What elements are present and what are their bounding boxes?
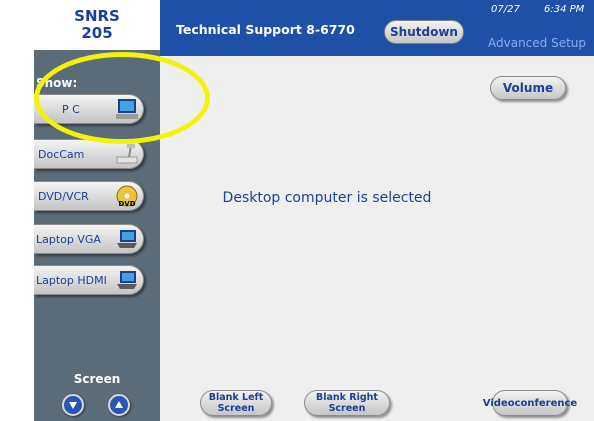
source-pc-label: P C xyxy=(62,102,80,116)
laptop-icon xyxy=(117,271,137,289)
show-label: Show: xyxy=(36,76,78,90)
videoconference-button[interactable]: Videoconference xyxy=(483,390,577,416)
shutdown-button[interactable]: Shutdown xyxy=(384,20,464,44)
arrow-down-icon xyxy=(69,402,77,409)
svg-text:DVD: DVD xyxy=(118,200,135,207)
source-pc-button[interactable]: P C xyxy=(34,94,144,124)
blank-left-screen-button[interactable]: Blank Left Screen xyxy=(200,390,272,416)
source-sidebar: SNRS 205 Show: P C DocCam DVD/VCR DVD La… xyxy=(34,0,160,421)
header-bar: Technical Support 8-6770 Shutdown 07/27 … xyxy=(160,0,594,56)
source-laptop-hdmi-label: Laptop HDMI xyxy=(36,273,107,287)
blank-right-screen-button[interactable]: Blank Right Screen xyxy=(304,390,390,416)
main-area: Volume Desktop computer is selected Blan… xyxy=(160,56,594,421)
dvd-icon: DVD xyxy=(116,185,138,207)
source-dvd-vcr-label: DVD/VCR xyxy=(38,189,89,203)
document-camera-icon xyxy=(116,144,138,164)
control-panel: SNRS 205 Show: P C DocCam DVD/VCR DVD La… xyxy=(34,0,594,421)
screen-label: Screen xyxy=(73,372,121,386)
date-display: 07/27 xyxy=(491,4,520,15)
source-doccam-button[interactable]: DocCam xyxy=(34,139,144,169)
room-number: 205 xyxy=(81,24,113,42)
status-message: Desktop computer is selected xyxy=(222,190,432,206)
room-title: SNRS 205 xyxy=(34,0,160,50)
source-laptop-vga-label: Laptop VGA xyxy=(36,232,101,246)
source-dvd-vcr-button[interactable]: DVD/VCR DVD xyxy=(34,181,144,211)
screen-up-button[interactable] xyxy=(108,394,130,416)
source-doccam-label: DocCam xyxy=(38,147,85,161)
laptop-icon xyxy=(117,230,137,248)
advanced-setup-link[interactable]: Advanced Setup xyxy=(488,36,586,50)
screen-down-button[interactable] xyxy=(62,394,84,416)
source-laptop-vga-button[interactable]: Laptop VGA xyxy=(34,224,144,254)
technical-support-text: Technical Support 8-6770 xyxy=(176,22,355,37)
room-name: SNRS xyxy=(74,7,120,25)
volume-button[interactable]: Volume xyxy=(490,76,566,100)
time-display: 6:34 PM xyxy=(544,4,585,15)
source-laptop-hdmi-button[interactable]: Laptop HDMI xyxy=(34,265,144,295)
desktop-pc-icon xyxy=(116,99,138,119)
arrow-up-icon xyxy=(115,401,123,408)
